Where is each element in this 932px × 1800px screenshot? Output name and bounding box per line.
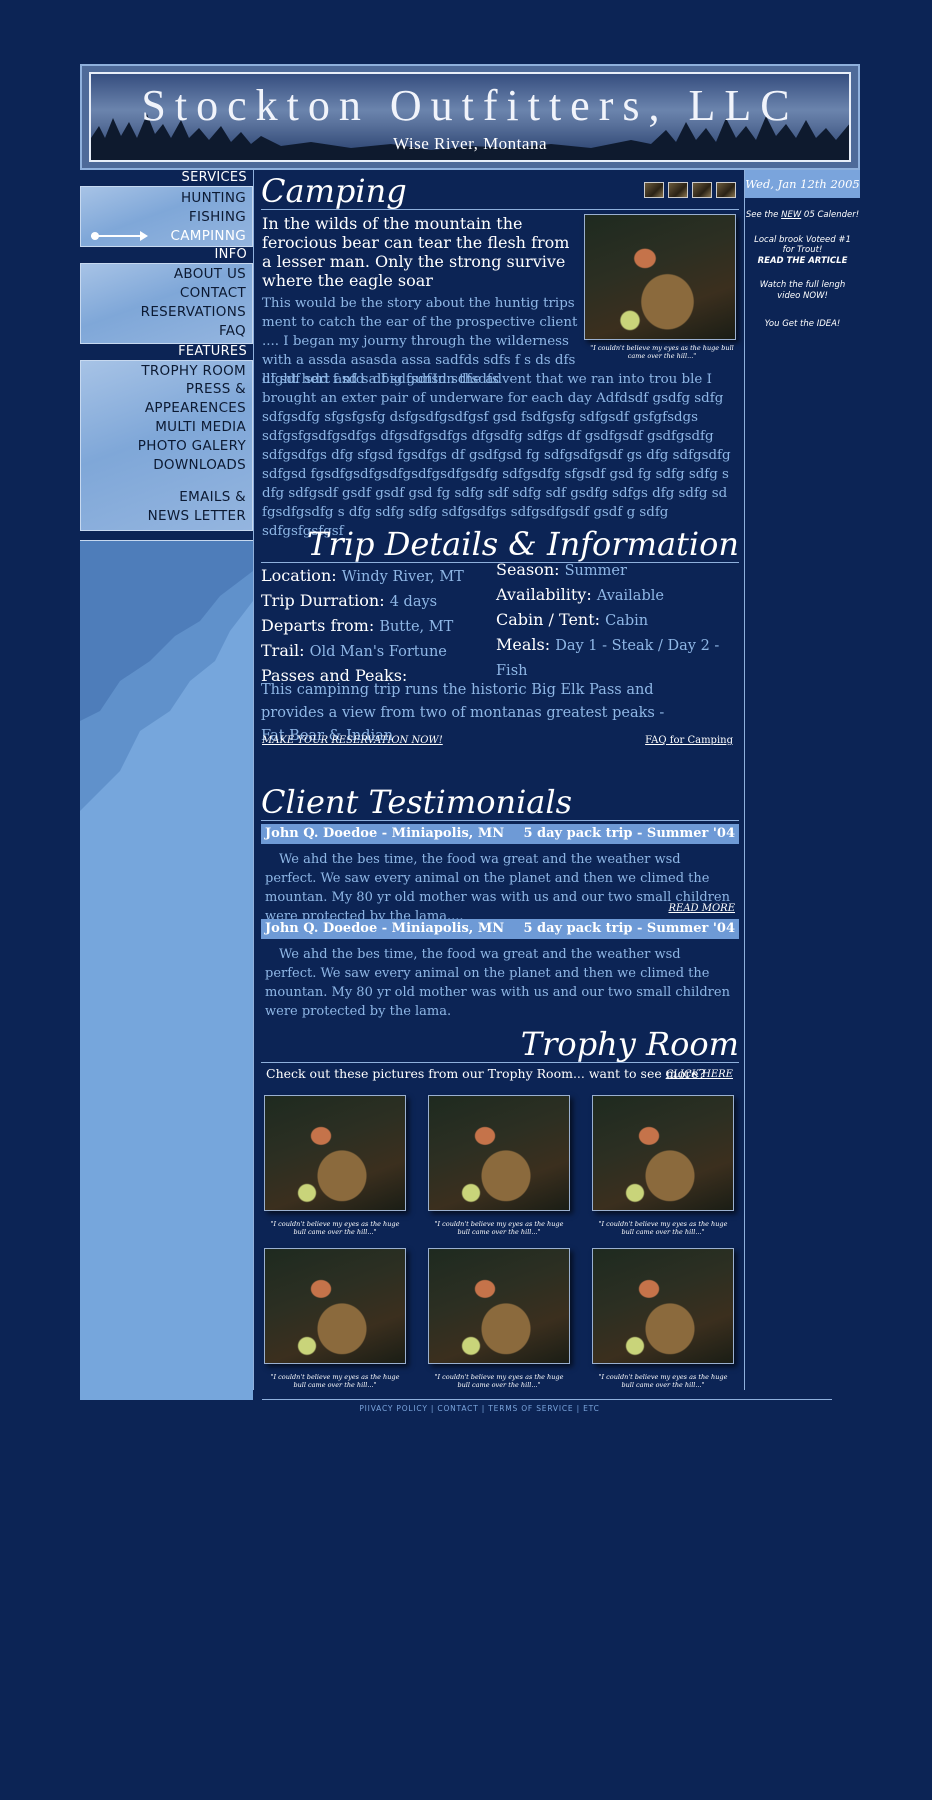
trip-availability: Availability: Available <box>496 585 664 604</box>
mountain-image <box>80 541 253 811</box>
nav-item-press[interactable]: PRESS & <box>81 380 252 399</box>
thumbnail[interactable] <box>692 182 712 198</box>
banner-image: Stockton Outfitters, LLC Wise River, Mon… <box>89 72 851 162</box>
nav-item-downloads[interactable]: DOWNLOADS <box>81 456 252 475</box>
trophy-caption-5: "I couldn't believe my eyes as the huge … <box>434 1373 564 1389</box>
camping-photo[interactable] <box>584 214 736 340</box>
nav-item-news-letter[interactable]: NEWS LETTER <box>81 507 252 526</box>
testimonial-header: John Q. Doedoe - Miniapolis, MN 5 day pa… <box>261 824 739 844</box>
trophy-caption-1: "I couldn't believe my eyes as the huge … <box>270 1220 400 1236</box>
read-more-link[interactable]: READ MORE <box>668 899 735 918</box>
nav-item-about-us[interactable]: ABOUT US <box>81 265 252 284</box>
left-navigation: SERVICES HUNTING FISHING CAMPINNG INFO A… <box>80 170 253 1400</box>
testimonials-title: Client Testimonials <box>261 783 573 821</box>
nav-decoration <box>80 540 253 1400</box>
trip-meals: Meals: Day 1 - Steak / Day 2 - Fish <box>496 635 720 679</box>
thumbnail-strip <box>644 182 736 198</box>
trophy-photo-5[interactable] <box>428 1248 570 1364</box>
testimonial-trip: 5 day pack trip - Summer '04 <box>523 826 735 841</box>
trophy-photo-6[interactable] <box>592 1248 734 1364</box>
nav-group-info: ABOUT US CONTACT RESERVATIONS FAQ <box>80 263 253 344</box>
article-note[interactable]: Local brook Voteed #1 for Trout! READ TH… <box>745 235 860 267</box>
testimonial-trip: 5 day pack trip - Summer '04 <box>523 921 735 936</box>
current-date: Wed, Jan 12th 2005 <box>745 170 860 198</box>
trip-details-left: Location: Windy River, MT Trip Durration… <box>261 564 491 687</box>
site-title: Stockton Outfitters, LLC <box>141 81 799 130</box>
nav-item-faq[interactable]: FAQ <box>81 322 252 341</box>
testimonial-item: John Q. Doedoe - Miniapolis, MN 5 day pa… <box>261 919 739 1021</box>
nav-item-camping-label: CAMPINNG <box>170 227 246 244</box>
testimonial-text: We ahd the bes time, the food wa great a… <box>265 852 735 924</box>
trophy-photo-2[interactable] <box>428 1095 570 1211</box>
trophy-photo-4[interactable] <box>264 1248 406 1364</box>
nav-item-appearences[interactable]: APPEARENCES <box>81 399 252 418</box>
trophy-caption-4: "I couldn't believe my eyes as the huge … <box>270 1373 400 1389</box>
trip-departs: Departs from: Butte, MT <box>261 616 454 635</box>
nav-heading-features: FEATURES <box>80 343 253 360</box>
thumbnail[interactable] <box>644 182 664 198</box>
trophy-caption-6: "I couldn't believe my eyes as the huge … <box>598 1373 728 1389</box>
trip-details-title: Trip Details & Information <box>307 525 739 563</box>
nav-heading-services: SERVICES <box>80 170 253 186</box>
calendar-note[interactable]: See the NEW 05 Calender! <box>745 210 860 221</box>
footer-links[interactable]: PIIVACY POLICY | CONTACT | TERMS OF SERV… <box>262 1404 697 1413</box>
main-content: Camping "I couldn't believe my eyes as t… <box>253 170 745 1390</box>
nav-item-fishing[interactable]: FISHING <box>81 208 252 227</box>
thumbnail[interactable] <box>716 182 736 198</box>
nav-group-features: TROPHY ROOM PRESS & APPEARENCES MULTI ME… <box>80 359 253 531</box>
nav-item-hunting[interactable]: HUNTING <box>81 189 252 208</box>
site-subtitle: Wise River, Montana <box>392 134 548 153</box>
trip-trail: Trail: Old Man's Fortune <box>261 641 447 660</box>
nav-item-emails[interactable]: EMAILS & <box>81 488 252 507</box>
thumbnail[interactable] <box>668 182 688 198</box>
nav-item-trophy-room[interactable]: TROPHY ROOM <box>81 362 252 381</box>
nav-item-multi-media[interactable]: MULTI MEDIA <box>81 418 252 437</box>
trip-season: Season: Summer <box>496 560 627 579</box>
trophy-caption-3: "I couldn't believe my eyes as the huge … <box>598 1220 728 1236</box>
testimonial-header: John Q. Doedoe - Miniapolis, MN 5 day pa… <box>261 919 739 939</box>
nav-item-camping[interactable]: CAMPINNG <box>81 227 252 246</box>
click-here-link[interactable]: CLICK HERE <box>666 1069 733 1080</box>
nav-item-reservations[interactable]: RESERVATIONS <box>81 303 252 322</box>
trophy-caption-2: "I couldn't believe my eyes as the huge … <box>434 1220 564 1236</box>
read-article-link[interactable]: READ THE ARTICLE <box>745 256 860 267</box>
trophy-photo-1[interactable] <box>264 1095 406 1211</box>
camping-body: lilght hert anfd a big gunInn the advent… <box>262 372 731 539</box>
testimonial-text: We ahd the bes time, the food wa great a… <box>265 947 730 1019</box>
video-note[interactable]: Watch the full lengh video NOW! <box>745 280 860 301</box>
trip-location: Location: Windy River, MT <box>261 566 464 585</box>
testimonial-author: John Q. Doedoe - Miniapolis, MN <box>265 921 505 936</box>
trophy-room-title: Trophy Room <box>520 1025 739 1063</box>
testimonial-author: John Q. Doedoe - Miniapolis, MN <box>265 826 505 841</box>
reservation-link[interactable]: MAKE YOUR RESERVATION NOW! <box>262 735 443 746</box>
nav-heading-info: INFO <box>80 247 253 264</box>
right-sidebar: Wed, Jan 12th 2005 See the NEW 05 Calend… <box>745 170 860 330</box>
trip-duration: Trip Durration: 4 days <box>261 591 438 610</box>
testimonial-item: John Q. Doedoe - Miniapolis, MN 5 day pa… <box>261 824 739 924</box>
nav-item-photo-galery[interactable]: PHOTO GALERY <box>81 437 252 456</box>
idea-note: You Get the IDEA! <box>764 319 841 329</box>
trophy-photo-3[interactable] <box>592 1095 734 1211</box>
trophy-intro: Check out these pictures from our Trophy… <box>266 1066 706 1081</box>
nav-group-services: HUNTING FISHING CAMPINNG <box>80 186 253 248</box>
trip-details-right: Season: Summer Availability: Available C… <box>496 558 741 683</box>
nav-item-contact[interactable]: CONTACT <box>81 284 252 303</box>
arrow-icon <box>91 230 148 241</box>
trip-cabin: Cabin / Tent: Cabin <box>496 610 649 629</box>
header-banner: Stockton Outfitters, LLC Wise River, Mon… <box>80 64 860 170</box>
camping-photo-caption: "I couldn't believe my eyes as the huge … <box>590 344 734 360</box>
camping-lead: In the wilds of the mountain the ferocio… <box>262 214 570 290</box>
faq-camping-link[interactable]: FAQ for Camping <box>645 735 733 746</box>
footer-divider <box>262 1399 832 1400</box>
